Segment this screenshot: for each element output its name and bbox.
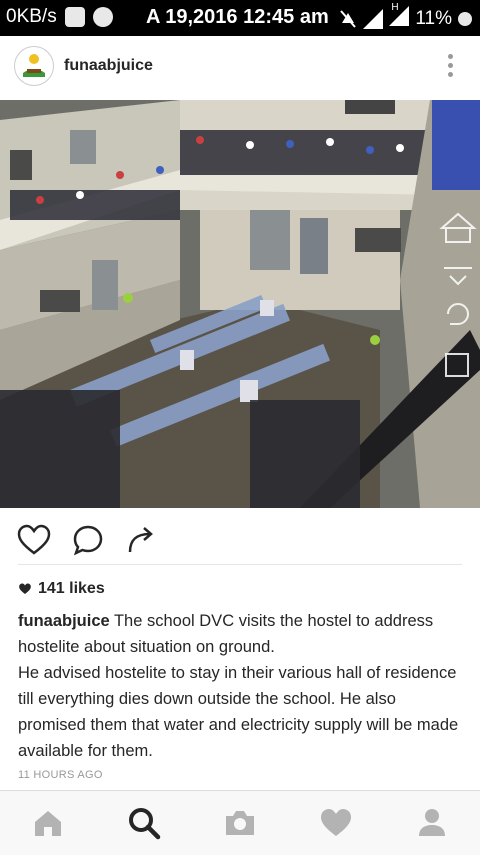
profile-icon[interactable] [414, 805, 450, 841]
avatar[interactable] [14, 46, 54, 86]
network-indicator: H [389, 2, 410, 32]
battery-percent: 11% [415, 8, 452, 29]
heart-icon[interactable] [318, 805, 354, 841]
heart-outline-icon[interactable] [16, 522, 52, 558]
signal-icon [363, 9, 384, 29]
comment-bubble-icon[interactable] [70, 522, 106, 558]
whatsapp-icon [92, 7, 113, 27]
avatar-image [23, 54, 45, 77]
network-type: H [391, 2, 399, 13]
post-header: funaabjuice [0, 36, 480, 98]
caption-username[interactable]: funaabjuice [18, 612, 110, 630]
heart-filled-icon [19, 583, 31, 595]
more-vertical-icon[interactable] [438, 54, 462, 80]
plus-box-icon [64, 7, 85, 27]
data-rate: 0KB/s [6, 6, 57, 27]
share-arrow-icon[interactable] [124, 522, 160, 558]
caption-text: The school DVC visits the hostel to addr… [18, 612, 459, 760]
status-bar: 0KB/s A 19,2016 12:45 am H 11% [0, 0, 480, 36]
status-left: 0KB/s [6, 6, 113, 28]
post-timestamp: 11 HOURS AGO [18, 769, 103, 781]
search-icon[interactable] [126, 805, 162, 841]
post-username[interactable]: funaabjuice [64, 57, 153, 75]
status-right: H 11% [339, 2, 472, 32]
post-photo[interactable] [0, 100, 480, 508]
post-actions [0, 520, 480, 564]
battery-icon [458, 12, 472, 26]
actions-divider [18, 564, 462, 565]
likes-count[interactable]: 141 likes [18, 580, 105, 598]
status-datetime: A 19,2016 12:45 am [146, 6, 329, 28]
bottom-nav [0, 790, 480, 855]
post-caption: funaabjuice The school DVC visits the ho… [18, 608, 466, 764]
home-icon[interactable] [30, 805, 66, 841]
likes-label: 141 likes [38, 580, 105, 597]
mute-icon [340, 10, 357, 28]
camera-icon[interactable] [222, 805, 258, 841]
